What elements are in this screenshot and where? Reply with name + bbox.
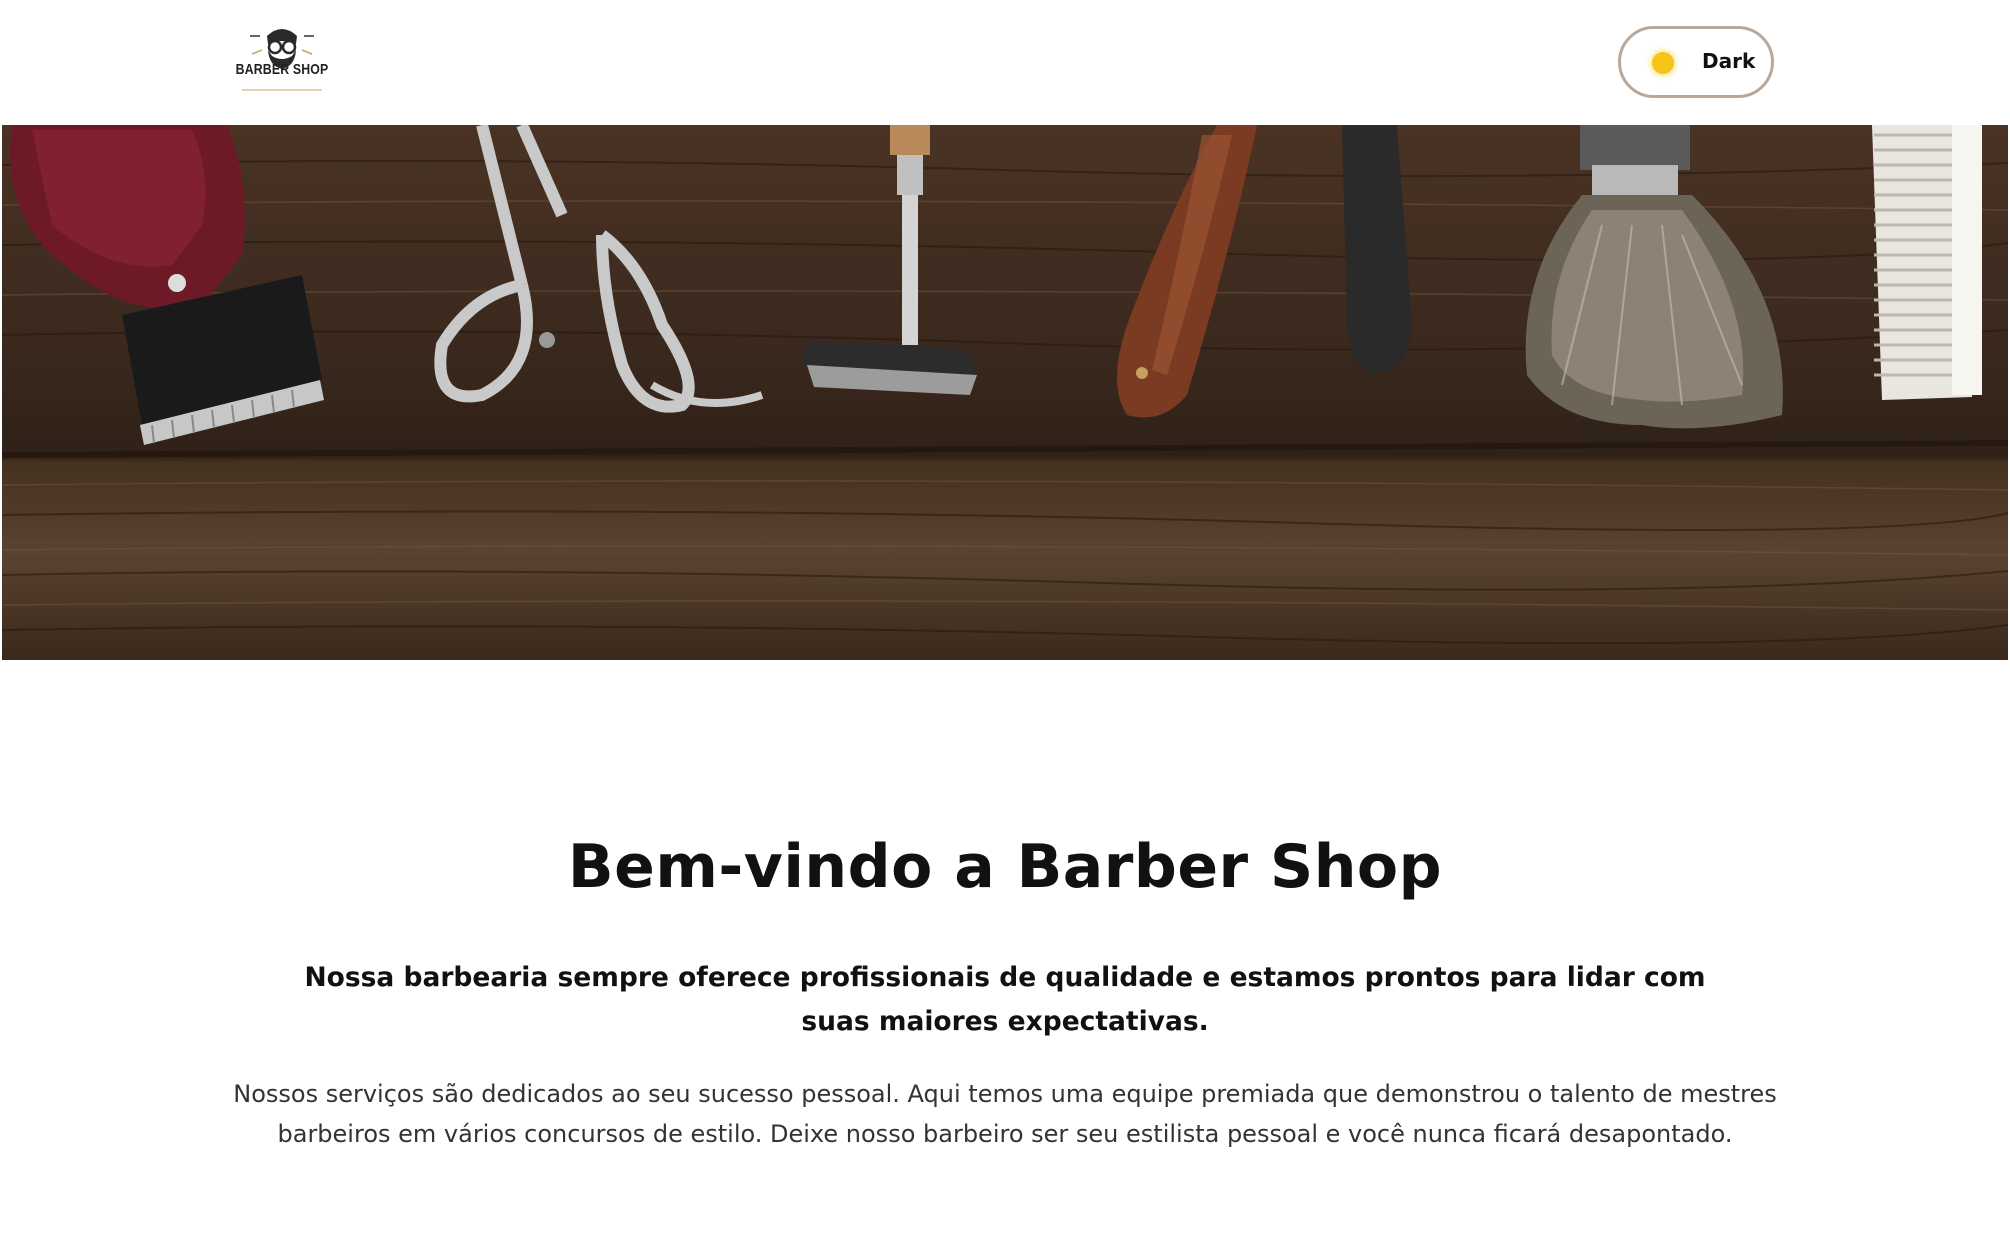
comb-icon bbox=[1872, 125, 1982, 400]
hair-clipper-icon bbox=[10, 125, 324, 445]
barber-tools-illustration bbox=[2, 125, 2008, 645]
barber-face-icon bbox=[242, 29, 322, 91]
sun-icon bbox=[1652, 52, 1674, 74]
straight-razor-icon bbox=[1117, 125, 1257, 418]
logo-text: BARBER SHOP bbox=[235, 61, 329, 78]
hero-banner-image bbox=[2, 125, 2008, 660]
dark-mode-label: Dark bbox=[1702, 49, 1756, 73]
dark-mode-toggle[interactable]: Dark bbox=[1618, 26, 1774, 98]
barber-shop-logo[interactable]: BARBER SHOP bbox=[222, 14, 342, 104]
lead-paragraph: Nossa barbearia sempre oferece profissio… bbox=[304, 962, 1706, 1037]
shaving-brush-icon bbox=[1525, 125, 1783, 429]
razor-handle-icon bbox=[1342, 125, 1412, 374]
scissors-icon bbox=[434, 125, 764, 413]
page-title: Bem-vindo a Barber Shop bbox=[567, 832, 1443, 902]
site-header: BARBER SHOP Dark bbox=[0, 0, 2010, 125]
body-paragraph: Nossos serviços são dedicados ao seu suc… bbox=[233, 1080, 1777, 1148]
